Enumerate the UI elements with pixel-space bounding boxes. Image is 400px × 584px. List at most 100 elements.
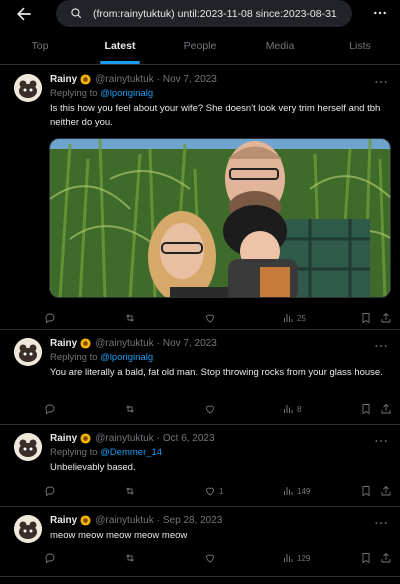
bookmark-icon <box>362 553 370 564</box>
replying-to-link[interactable]: @lporiginalg <box>100 352 153 363</box>
tab-top[interactable]: Top <box>0 28 80 64</box>
tweet[interactable]: Rainy @rainytuktuk · Nov 7, 2023 Replyin… <box>0 330 400 425</box>
tab-people[interactable]: People <box>160 28 240 64</box>
tweet-photo[interactable] <box>49 138 391 298</box>
bookmark-icon <box>362 404 370 415</box>
search-input[interactable]: (from:rainytuktuk) until:2023-11-08 sinc… <box>56 0 352 27</box>
timestamp[interactable]: · Sep 28, 2023 <box>157 515 223 526</box>
back-arrow-icon[interactable] <box>14 4 34 24</box>
replying-to: Replying to @lporiginalg <box>50 352 153 363</box>
replying-to-link[interactable]: @lporiginalg <box>100 88 153 99</box>
photo-cornfield-family <box>50 139 390 297</box>
share-button[interactable] <box>380 483 392 499</box>
share-button[interactable] <box>380 310 392 326</box>
handle[interactable]: @rainytuktuk <box>95 515 154 526</box>
display-name[interactable]: Rainy <box>50 74 77 85</box>
timestamp[interactable]: · Nov 7, 2023 <box>157 74 217 85</box>
tab-label: Top <box>31 40 49 52</box>
active-tab-indicator <box>100 61 140 64</box>
views-icon <box>284 554 293 562</box>
replying-prefix: Replying to <box>50 352 98 363</box>
sunflower-icon <box>80 515 91 526</box>
tweet-more-icon[interactable] <box>374 518 388 528</box>
tweet-more-icon[interactable] <box>374 341 388 351</box>
bookmark-button[interactable] <box>360 310 372 326</box>
retweet-button[interactable] <box>124 310 139 326</box>
views-button[interactable]: 129 <box>282 550 310 566</box>
tweet-header: Rainy @rainytuktuk · Sep 28, 2023 <box>50 515 222 526</box>
tab-lists[interactable]: Lists <box>320 28 400 64</box>
avatar[interactable] <box>14 74 42 102</box>
share-button[interactable] <box>380 401 392 417</box>
bookmark-icon <box>362 486 370 497</box>
like-button[interactable] <box>204 401 219 417</box>
replying-prefix: Replying to <box>50 447 98 458</box>
tweet-text: Is this how you feel about your wife? Sh… <box>50 103 381 128</box>
views-button[interactable]: 25 <box>282 310 306 326</box>
like-button[interactable] <box>204 550 219 566</box>
avatar[interactable] <box>14 515 42 543</box>
share-button[interactable] <box>380 550 392 566</box>
tweet-text: meow meow meow meow meow <box>50 530 188 541</box>
retweet-icon <box>126 487 134 495</box>
replying-to-link[interactable]: @Demmer_14 <box>100 447 162 458</box>
tweet[interactable]: Rainy @rainytuktuk · Sep 28, 2023 meow m… <box>0 507 400 577</box>
sunflower-icon <box>80 74 91 85</box>
display-name[interactable]: Rainy <box>50 433 77 444</box>
replying-to: Replying to @lporiginalg <box>50 88 153 99</box>
heart-icon <box>206 314 214 323</box>
share-icon <box>381 485 391 496</box>
tweet-more-icon[interactable] <box>374 436 388 446</box>
reply-button[interactable] <box>44 483 59 499</box>
reply-button[interactable] <box>44 401 59 417</box>
tab-label: People <box>183 40 217 52</box>
tweet-text: You are literally a bald, fat old man. S… <box>50 367 383 378</box>
handle[interactable]: @rainytuktuk <box>95 74 154 85</box>
tweet[interactable]: Rainy @rainytuktuk · Nov 7, 2023 Replyin… <box>0 66 400 330</box>
retweet-button[interactable] <box>124 483 139 499</box>
display-name[interactable]: Rainy <box>50 338 77 349</box>
tab-label: Media <box>265 40 295 52</box>
views-icon <box>284 314 293 322</box>
reply-button[interactable] <box>44 550 59 566</box>
more-options-icon[interactable] <box>372 5 388 21</box>
tab-latest[interactable]: Latest <box>80 28 160 64</box>
sunflower-icon <box>80 433 91 444</box>
avatar-image <box>14 74 42 102</box>
bookmark-button[interactable] <box>360 550 372 566</box>
views-button[interactable]: 149 <box>282 483 310 499</box>
heart-icon <box>206 554 214 563</box>
avatar-image <box>14 338 42 366</box>
reply-button[interactable] <box>44 310 59 326</box>
tweet-more-icon[interactable] <box>374 77 388 87</box>
tab-label: Lists <box>349 40 371 52</box>
avatar[interactable] <box>14 433 42 461</box>
reply-icon <box>45 313 55 324</box>
views-button[interactable]: 8 <box>282 401 301 417</box>
retweet-button[interactable] <box>124 401 139 417</box>
search-query: (from:rainytuktuk) until:2023-11-08 sinc… <box>93 7 337 20</box>
retweet-icon <box>126 405 134 413</box>
search-tabs: Top Latest People Media Lists <box>0 28 400 65</box>
tweet[interactable]: Rainy @rainytuktuk · Oct 6, 2023 Replyin… <box>0 425 400 507</box>
view-count: 25 <box>297 313 306 323</box>
replying-to: Replying to @Demmer_14 <box>50 447 162 458</box>
tweet-actions: 1 149 <box>44 483 392 499</box>
bookmark-button[interactable] <box>360 483 372 499</box>
avatar[interactable] <box>14 338 42 366</box>
reply-icon <box>45 404 55 415</box>
timestamp[interactable]: · Nov 7, 2023 <box>157 338 217 349</box>
retweet-button[interactable] <box>124 550 139 566</box>
tab-media[interactable]: Media <box>240 28 320 64</box>
view-count: 149 <box>297 486 311 496</box>
handle[interactable]: @rainytuktuk <box>95 338 154 349</box>
sunflower-icon <box>80 338 91 349</box>
display-name[interactable]: Rainy <box>50 515 77 526</box>
timestamp[interactable]: · Oct 6, 2023 <box>157 433 215 444</box>
handle[interactable]: @rainytuktuk <box>95 433 154 444</box>
tweet-header: Rainy @rainytuktuk · Oct 6, 2023 <box>50 433 215 444</box>
like-button[interactable] <box>204 310 219 326</box>
bookmark-button[interactable] <box>360 401 372 417</box>
like-button[interactable]: 1 <box>204 483 223 499</box>
search-icon <box>71 8 82 19</box>
